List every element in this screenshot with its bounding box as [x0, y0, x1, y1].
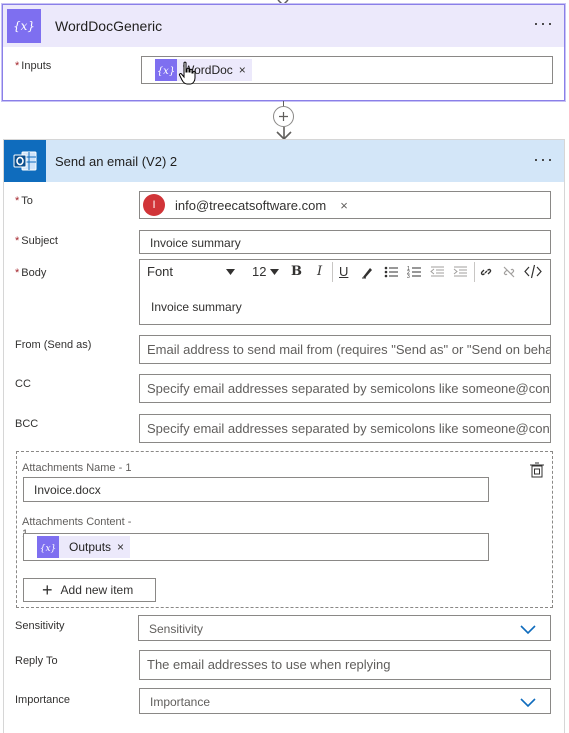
- bullet-list-icon[interactable]: [384, 265, 399, 279]
- underline-icon[interactable]: U: [339, 264, 348, 280]
- bcc-placeholder: Specify email addresses separated by sem…: [147, 421, 550, 436]
- remove-token-button[interactable]: ×: [117, 540, 130, 554]
- compose-action-title: WordDocGeneric: [55, 18, 163, 34]
- svg-text:3: 3: [407, 274, 410, 279]
- subject-field[interactable]: Invoice summary: [139, 230, 551, 254]
- recipient-address: info@treecatsoftware.com: [175, 197, 327, 213]
- more-options-button[interactable]: ···: [533, 150, 554, 168]
- chevron-down-icon: [520, 698, 536, 708]
- token-label: Outputs: [69, 540, 112, 554]
- outputs-token[interactable]: {x} Outputs ×: [37, 536, 131, 558]
- bold-icon[interactable]: B: [291, 264, 302, 280]
- decrease-indent-icon[interactable]: [430, 265, 445, 279]
- inputs-label: * Inputs: [15, 60, 52, 72]
- font-select[interactable]: Font: [147, 264, 173, 280]
- add-new-item-button[interactable]: + Add new item: [23, 578, 156, 602]
- italic-icon[interactable]: I: [317, 264, 322, 280]
- bcc-label: BCC: [15, 418, 39, 430]
- chevron-down-icon: [520, 625, 536, 635]
- reply-to-field[interactable]: The email addresses to use when replying: [139, 650, 551, 680]
- importance-value: Importance: [150, 695, 211, 709]
- more-options-button[interactable]: ···: [533, 14, 554, 32]
- chevron-down-icon[interactable]: [270, 269, 279, 275]
- to-label: * To: [15, 195, 33, 207]
- variable-icon: {x}: [7, 9, 41, 43]
- reply-to-placeholder: The email addresses to use when replying: [147, 657, 391, 672]
- variable-icon: {x}: [37, 536, 59, 558]
- font-size-select[interactable]: 12: [252, 264, 266, 280]
- required-mark: *: [15, 267, 20, 279]
- code-view-icon[interactable]: [524, 264, 542, 279]
- bcc-field[interactable]: Specify email addresses separated by sem…: [139, 414, 551, 443]
- sensitivity-label: Sensitivity: [15, 620, 65, 632]
- link-icon[interactable]: [479, 265, 493, 279]
- attachments-content-field[interactable]: {x} Outputs ×: [23, 533, 489, 561]
- compose-action-header[interactable]: {x} WordDocGeneric ···: [3, 5, 564, 47]
- svg-text:{x}: {x}: [157, 66, 175, 77]
- sensitivity-dropdown[interactable]: Sensitivity: [138, 615, 551, 641]
- cc-label: CC: [15, 378, 31, 390]
- highlight-icon[interactable]: [361, 265, 375, 279]
- attachments-name-label: Attachments Name - 1: [22, 462, 132, 474]
- increase-indent-icon[interactable]: [453, 265, 468, 279]
- plus-icon: [279, 112, 288, 121]
- subject-label: * Subject: [15, 235, 58, 247]
- from-field[interactable]: Email address to send mail from (require…: [139, 335, 551, 364]
- svg-text:{x}: {x}: [40, 544, 57, 554]
- plus-icon: +: [42, 580, 53, 600]
- add-step-button[interactable]: [273, 106, 294, 127]
- attachments-name-field[interactable]: Invoice.docx: [23, 477, 489, 502]
- unlink-icon[interactable]: [502, 265, 516, 279]
- recipient-token[interactable]: I info@treecatsoftware.com ×: [143, 194, 348, 216]
- toolbar-divider: [332, 262, 333, 282]
- outlook-icon: [4, 140, 46, 182]
- from-placeholder: Email address to send mail from (require…: [147, 342, 550, 357]
- svg-text:{x}: {x}: [14, 19, 34, 33]
- delete-item-icon[interactable]: [529, 462, 545, 478]
- sensitivity-value: Sensitivity: [149, 622, 204, 636]
- compose-action-card[interactable]: {x} WordDocGeneric ··· * Inputs {x} WordD…: [2, 4, 565, 101]
- subject-value: Invoice summary: [150, 236, 241, 250]
- reply-to-label: Reply To: [15, 655, 58, 667]
- required-mark: *: [15, 60, 20, 72]
- required-mark: *: [15, 235, 20, 247]
- editor-toolbar: Font 12 B I U 123: [140, 260, 550, 286]
- importance-label: Importance: [15, 694, 71, 706]
- variable-icon: {x}: [155, 59, 177, 81]
- attachments-name-value: Invoice.docx: [34, 483, 101, 497]
- send-email-title: Send an email (V2) 2: [55, 154, 178, 169]
- add-new-item-label: Add new item: [60, 583, 134, 597]
- toolbar-divider: [474, 262, 475, 282]
- send-email-header[interactable]: Send an email (V2) 2 ···: [4, 140, 564, 182]
- from-label: From (Send as): [15, 339, 92, 351]
- to-field[interactable]: I info@treecatsoftware.com ×: [139, 191, 551, 219]
- numbered-list-icon[interactable]: 123: [407, 265, 422, 279]
- body-value: Invoice summary: [151, 300, 242, 314]
- inputs-field[interactable]: {x} WordDoc ×: [141, 56, 553, 84]
- body-editor[interactable]: Font 12 B I U 123 Invoice summary: [139, 259, 551, 325]
- cc-field[interactable]: Specify email addresses separated by sem…: [139, 374, 551, 403]
- required-mark: *: [15, 195, 20, 207]
- remove-recipient-button[interactable]: ×: [326, 198, 348, 213]
- attachments-group: Attachments Name - 1 Invoice.docx Attach…: [16, 451, 553, 608]
- attachments-content-label: Attachments Content -: [22, 516, 132, 528]
- remove-token-button[interactable]: ×: [239, 63, 252, 77]
- chevron-down-icon[interactable]: [226, 269, 235, 275]
- importance-dropdown[interactable]: Importance: [139, 688, 551, 714]
- input-token-worddoc[interactable]: {x} WordDoc ×: [155, 59, 252, 81]
- hand-cursor-icon: [178, 61, 196, 85]
- body-label: * Body: [15, 267, 47, 279]
- send-email-action-card[interactable]: Send an email (V2) 2 ··· * To I info@tree…: [3, 139, 565, 733]
- avatar: I: [143, 194, 165, 216]
- cc-placeholder: Specify email addresses separated by sem…: [147, 381, 550, 396]
